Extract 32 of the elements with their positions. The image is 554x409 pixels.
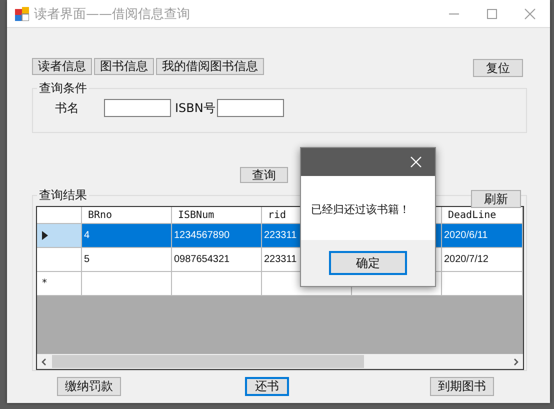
scroll-left-icon[interactable] [40,358,48,366]
group-title: 查询结果 [38,188,88,202]
table-cell: 2020/6/11 [442,224,523,248]
scroll-right-icon[interactable] [512,358,520,366]
action-button[interactable]: 还书 [245,377,289,396]
nav-button[interactable]: 读者信息 [32,58,92,75]
maximize-icon[interactable] [486,8,498,20]
window-title: 读者界面——借阅信息查询 [34,6,190,22]
nav-button[interactable]: 我的借阅图书信息 [156,58,264,75]
input-field[interactable] [104,99,171,117]
table-cell: 4 [82,224,172,248]
close-icon[interactable] [524,8,536,20]
nav-button[interactable]: 图书信息 [94,58,154,75]
group-title: 查询条件 [38,81,88,95]
table-cell: 1234567890 [172,224,262,248]
ok-button[interactable]: 确定 [329,251,407,275]
horizontal-scrollbar[interactable] [37,354,523,369]
field-label: 书名 [55,100,80,116]
row-header[interactable]: * [37,272,82,296]
query-button[interactable]: 查询 [240,167,288,183]
reset-button[interactable]: 复位 [473,59,523,77]
action-button[interactable]: 到期图书 [430,377,494,396]
scroll-thumb[interactable] [52,355,364,368]
row-header[interactable] [37,224,82,248]
refresh-button[interactable]: 刷新 [471,190,521,208]
new-row-marker: * [42,278,47,289]
app-icon [15,6,29,20]
input-field[interactable] [217,99,284,117]
field-label: ISBN号 [175,100,216,116]
action-button[interactable]: 缴纳罚款 [57,377,121,396]
current-row-icon [42,231,48,240]
dialog-message: 已经归还过该书籍！ [311,203,410,216]
